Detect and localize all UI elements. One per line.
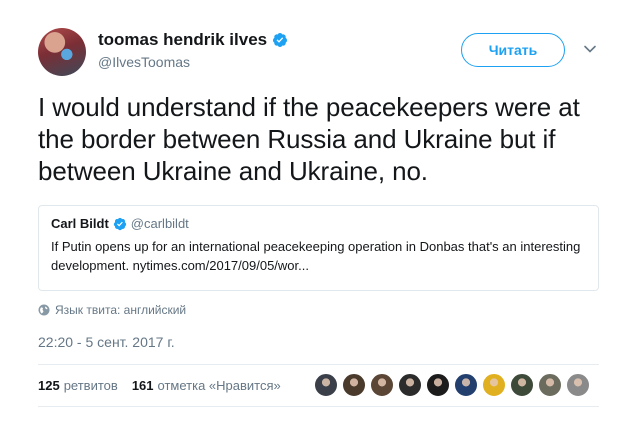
quoted-tweet-header: Carl Bildt @carlbildt [51, 216, 586, 231]
liker-avatar-5[interactable] [426, 373, 450, 397]
verified-badge-icon [273, 33, 288, 47]
follow-button[interactable]: Читать [461, 33, 565, 67]
author-avatar[interactable] [38, 28, 86, 76]
retweets-label: ретвитов [63, 378, 118, 393]
likes-stat[interactable]: 161 отметка «Нравится» [132, 378, 281, 393]
liker-avatar-10[interactable] [566, 373, 590, 397]
author-display-name[interactable]: toomas hendrik ilves [98, 30, 267, 50]
tweet-text: I would understand if the peacekeepers w… [38, 92, 580, 186]
tweet-language-label: Язык твита: английский [55, 303, 187, 317]
liker-avatar-8[interactable] [510, 373, 534, 397]
liker-avatar-7[interactable] [482, 373, 506, 397]
liker-avatar-9[interactable] [538, 373, 562, 397]
quoted-author-handle: @carlbildt [130, 216, 189, 231]
liker-avatar-1[interactable] [314, 373, 338, 397]
quoted-tweet[interactable]: Carl Bildt @carlbildt If Putin opens up … [38, 205, 599, 291]
liker-avatar-2[interactable] [342, 373, 366, 397]
tweet-language: Язык твита: английский [38, 303, 186, 317]
likes-label: отметка «Нравится» [157, 378, 281, 393]
liker-avatar-4[interactable] [398, 373, 422, 397]
liker-avatar-3[interactable] [370, 373, 394, 397]
divider [38, 364, 599, 365]
tweet-timestamp[interactable]: 22:20 - 5 сент. 2017 г. [38, 334, 175, 350]
globe-icon [38, 304, 50, 316]
retweets-count: 125 [38, 378, 60, 393]
retweets-stat[interactable]: 125 ретвитов [38, 378, 118, 393]
verified-badge-icon [113, 217, 126, 230]
quoted-tweet-text: If Putin opens up for an international p… [51, 239, 581, 273]
divider [38, 406, 599, 407]
likers-avatars [314, 373, 590, 397]
liker-avatar-6[interactable] [454, 373, 478, 397]
quoted-author-name: Carl Bildt [51, 216, 109, 231]
tweet-stats: 125 ретвитов 161 отметка «Нравится» [38, 378, 295, 393]
chevron-down-icon[interactable] [583, 42, 597, 56]
likes-count: 161 [131, 378, 154, 393]
author-name-row: toomas hendrik ilves [98, 30, 288, 50]
author-handle[interactable]: @IlvesToomas [98, 54, 190, 70]
